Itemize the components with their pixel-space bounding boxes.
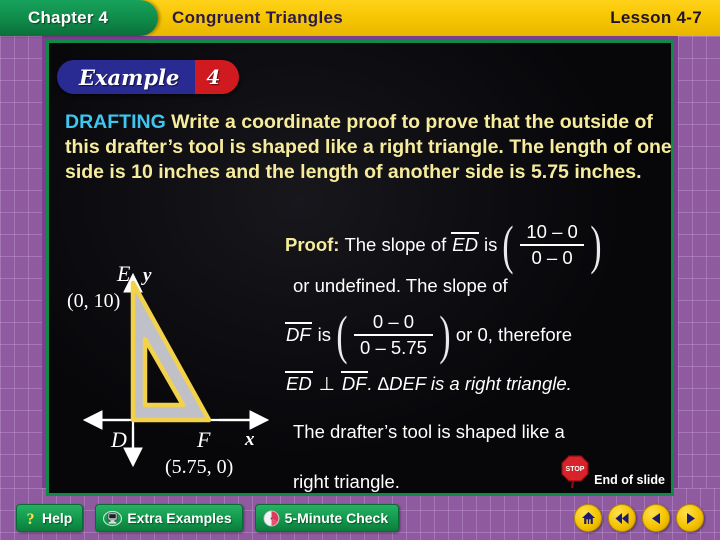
bottom-toolbar: ? Help Extra Examples 5-Minute Check xyxy=(0,496,720,540)
label-y-axis: y xyxy=(141,265,152,286)
label-point-e: E xyxy=(116,261,131,286)
help-button[interactable]: ? Help xyxy=(16,504,84,532)
next-slide-button[interactable] xyxy=(676,504,704,532)
end-of-slide-marker: STOP End of slide xyxy=(559,453,665,489)
computer-monitor-icon xyxy=(103,510,123,526)
paren-open-icon: ( xyxy=(502,214,514,275)
proof-line-1-is: is xyxy=(484,234,498,255)
chapter-label: Chapter 4 xyxy=(28,8,109,27)
problem-keyword: DRAFTING xyxy=(65,111,166,133)
left-border-pattern xyxy=(0,36,42,540)
home-icon xyxy=(581,512,595,524)
fraction-1-numerator: 10 – 0 xyxy=(526,221,578,242)
coordinate-diagram: E (0, 10) D F (5.75, 0) y x xyxy=(67,261,270,478)
first-slide-button[interactable] xyxy=(608,504,636,532)
proof-line-1-pre: The slope of xyxy=(344,234,447,255)
slide-header: Chapter 4 Congruent Triangles Lesson 4-7 xyxy=(0,0,720,36)
stop-sign-icon: STOP xyxy=(561,455,589,489)
example-badge-word: Example xyxy=(57,60,196,94)
svg-text:STOP: STOP xyxy=(566,466,585,473)
fraction-1-bar xyxy=(520,244,584,246)
home-button[interactable] xyxy=(574,504,602,532)
clock-icon xyxy=(263,510,280,526)
label-point-d: D xyxy=(110,427,127,452)
next-slide-icon xyxy=(686,512,695,524)
right-border-pattern xyxy=(678,36,720,540)
svg-text:?: ? xyxy=(27,511,35,527)
fraction-slope-ed: ( 10 – 0 0 – 0 ) xyxy=(499,214,604,275)
fraction-2-bar xyxy=(354,334,433,336)
paren-close-icon: ) xyxy=(590,214,602,275)
first-slide-icon xyxy=(615,512,629,524)
slide-root: Chapter 4 Congruent Triangles Lesson 4-7… xyxy=(0,0,720,540)
previous-slide-icon xyxy=(651,512,660,524)
lesson-title: Congruent Triangles xyxy=(172,8,343,27)
proof-line-4-post: . ∆DEF is a right triangle. xyxy=(367,373,572,394)
question-mark-icon: ? xyxy=(27,511,35,527)
slide-content-area: Example 4 DRAFTING Write a coordinate pr… xyxy=(46,40,674,496)
paren-close-icon-2: ) xyxy=(439,304,451,365)
extra-examples-button[interactable]: Extra Examples xyxy=(95,504,243,532)
help-button-label: Help xyxy=(42,510,73,526)
five-minute-check-button[interactable]: 5-Minute Check xyxy=(254,504,400,532)
segment-df-2: DF xyxy=(340,371,368,394)
end-of-slide-label: End of slide xyxy=(594,473,665,487)
example-badge-number: 4 xyxy=(195,60,240,94)
lesson-number: Lesson 4-7 xyxy=(610,8,702,27)
label-x-axis: x xyxy=(244,429,255,450)
segment-ed-1: ED xyxy=(451,232,479,255)
extra-examples-button-label: Extra Examples xyxy=(127,510,232,526)
label-point-f-coords: (5.75, 0) xyxy=(165,456,233,478)
fraction-2-denominator: 0 – 5.75 xyxy=(360,337,427,358)
example-badge: Example 4 xyxy=(57,60,240,94)
previous-slide-button[interactable] xyxy=(642,504,670,532)
fraction-2-numerator: 0 – 0 xyxy=(372,311,415,332)
problem-statement: DRAFTING Write a coordinate proof to pro… xyxy=(65,110,671,185)
drafter-tool-triangle xyxy=(130,280,212,423)
label-point-e-coords: (0, 10) xyxy=(67,290,120,312)
proof-line-3-post: or 0, therefore xyxy=(455,324,573,345)
fraction-1-denominator: 0 – 0 xyxy=(531,247,573,268)
label-point-f: F xyxy=(196,427,211,452)
fraction-slope-df: ( 0 – 0 0 – 5.75 ) xyxy=(333,304,454,365)
five-minute-check-button-label: 5-Minute Check xyxy=(284,510,389,526)
